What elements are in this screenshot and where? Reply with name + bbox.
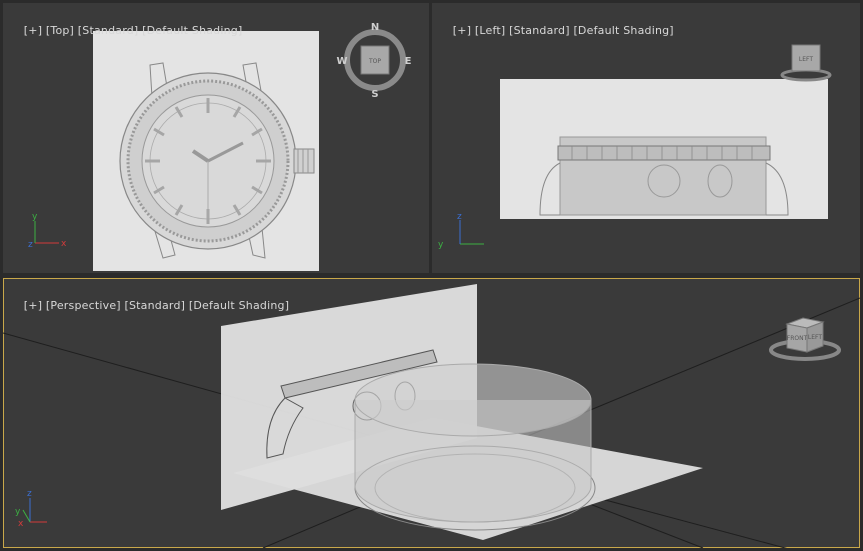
viewport-left[interactable]: LEFT y z [+] [Left] [Standard] [Default …	[432, 3, 860, 273]
axis-y-label: y	[438, 240, 444, 250]
viewport-label-left: [+] [Left] [Standard] [Default Shading]	[438, 11, 674, 50]
viewcube-face-label: LEFT	[799, 56, 813, 63]
viewport-shading-menu[interactable]: [Default Shading]	[189, 299, 289, 312]
axis-x-label: x	[61, 239, 67, 249]
viewport-view-menu[interactable]: [Perspective]	[46, 299, 121, 312]
viewport-label-top: [+] [Top] [Standard] [Default Shading]	[9, 11, 242, 50]
axis-z-label: z	[457, 212, 462, 222]
viewport-menu-plus[interactable]: [+]	[24, 24, 42, 37]
viewcube[interactable]: FRONT LEFT	[769, 317, 841, 361]
axis-z-label: z	[27, 489, 32, 499]
viewcube-front-label: FRONT	[787, 335, 808, 342]
compass-east[interactable]: E	[405, 56, 412, 67]
watch-bezel-side	[557, 145, 771, 161]
axis-z-label: z	[28, 240, 33, 250]
viewport-view-menu[interactable]: [Left]	[475, 24, 505, 37]
viewport-mode-menu[interactable]: [Standard]	[509, 24, 570, 37]
viewcube-face-label: TOP	[368, 58, 381, 65]
axis-x-label: x	[18, 519, 24, 529]
viewport-shading-menu[interactable]: [Default Shading]	[142, 24, 242, 37]
viewport-top[interactable]: TOP N S E W x y z [+] [Top] [Standard] […	[3, 3, 429, 273]
axis-y-label: y	[32, 212, 38, 222]
viewport-menu-plus[interactable]: [+]	[453, 24, 471, 37]
cylinder-top-cap	[354, 363, 592, 437]
axis-tripod: y z	[438, 212, 484, 250]
viewport-mode-menu[interactable]: [Standard]	[125, 299, 186, 312]
axis-y-label: y	[15, 507, 21, 517]
axis-tripod: x y z	[28, 212, 67, 250]
compass-north[interactable]: N	[371, 22, 379, 33]
watch-crown	[293, 148, 315, 174]
viewport-label-perspective: [+] [Perspective] [Standard] [Default Sh…	[9, 286, 289, 325]
viewcube[interactable]: TOP N S E W	[336, 22, 411, 100]
viewcube[interactable]: LEFT	[780, 44, 832, 82]
axis-tripod: z x y	[15, 489, 47, 529]
compass-west[interactable]: W	[336, 56, 347, 67]
viewport-menu-plus[interactable]: [+]	[24, 299, 42, 312]
viewport-view-menu[interactable]: [Top]	[46, 24, 74, 37]
viewport-mode-menu[interactable]: [Standard]	[78, 24, 139, 37]
viewcube-left-label: LEFT	[808, 334, 822, 341]
viewport-shading-menu[interactable]: [Default Shading]	[573, 24, 673, 37]
viewport-perspective[interactable]: FRONT LEFT z x y [+] [Perspective] [Stan…	[3, 278, 860, 548]
compass-south[interactable]: S	[371, 89, 378, 100]
